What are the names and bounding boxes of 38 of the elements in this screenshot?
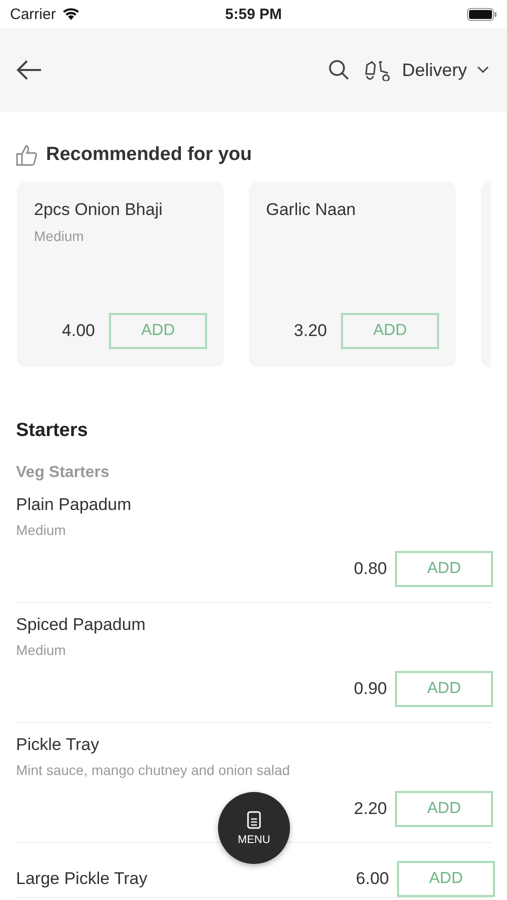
product-name: Garlic Naan bbox=[266, 200, 357, 220]
price-label: 3.20 bbox=[294, 321, 327, 341]
item-description: Medium bbox=[16, 642, 67, 658]
add-button[interactable]: ADD bbox=[341, 313, 439, 349]
price-label: 0.90 bbox=[354, 679, 387, 699]
item-description: Medium bbox=[16, 522, 67, 538]
product-name: 2pcs Onion Bhaji bbox=[34, 200, 164, 220]
product-card[interactable]: 2pcs Onion Bhaji Medium 4.00 ADD bbox=[17, 182, 224, 367]
subcategory-title: Veg Starters bbox=[15, 463, 110, 483]
price-label: 4.00 bbox=[62, 321, 95, 341]
add-button[interactable]: ADD bbox=[109, 313, 207, 349]
add-button[interactable]: ADD bbox=[395, 551, 493, 587]
search-icon[interactable] bbox=[328, 59, 350, 81]
back-icon[interactable] bbox=[16, 60, 42, 80]
item-name: Spiced Papadum bbox=[16, 614, 146, 636]
category-title: Starters bbox=[15, 419, 89, 443]
price-label: 0.80 bbox=[354, 559, 387, 579]
thumbs-up-icon bbox=[16, 144, 38, 166]
item-name: Plain Papadum bbox=[16, 494, 132, 516]
add-button[interactable]: ADD bbox=[395, 671, 493, 707]
product-description: Medium bbox=[34, 228, 85, 244]
chevron-down-icon bbox=[477, 66, 489, 74]
add-button[interactable]: ADD bbox=[397, 861, 495, 897]
section-title: Recommended for you bbox=[46, 144, 252, 166]
carrier-label: Carrier bbox=[10, 6, 56, 22]
battery-icon bbox=[467, 8, 497, 20]
menu-card-icon bbox=[247, 810, 261, 828]
wifi-icon bbox=[62, 7, 80, 21]
delivery-dropdown[interactable]: Delivery bbox=[402, 60, 489, 80]
clock-time: 5:59 PM bbox=[224, 6, 283, 22]
add-button[interactable]: ADD bbox=[395, 791, 493, 827]
item-name: Large Pickle Tray bbox=[16, 868, 148, 890]
item-name: Pickle Tray bbox=[16, 734, 100, 756]
product-card[interactable]: Garlic Naan 3.20 ADD bbox=[249, 182, 456, 367]
menu-button[interactable]: MENU bbox=[218, 792, 290, 864]
price-label: 6.00 bbox=[356, 869, 389, 889]
price-label: 2.20 bbox=[354, 799, 387, 819]
item-description: Mint sauce, mango chutney and onion salad bbox=[16, 762, 291, 778]
